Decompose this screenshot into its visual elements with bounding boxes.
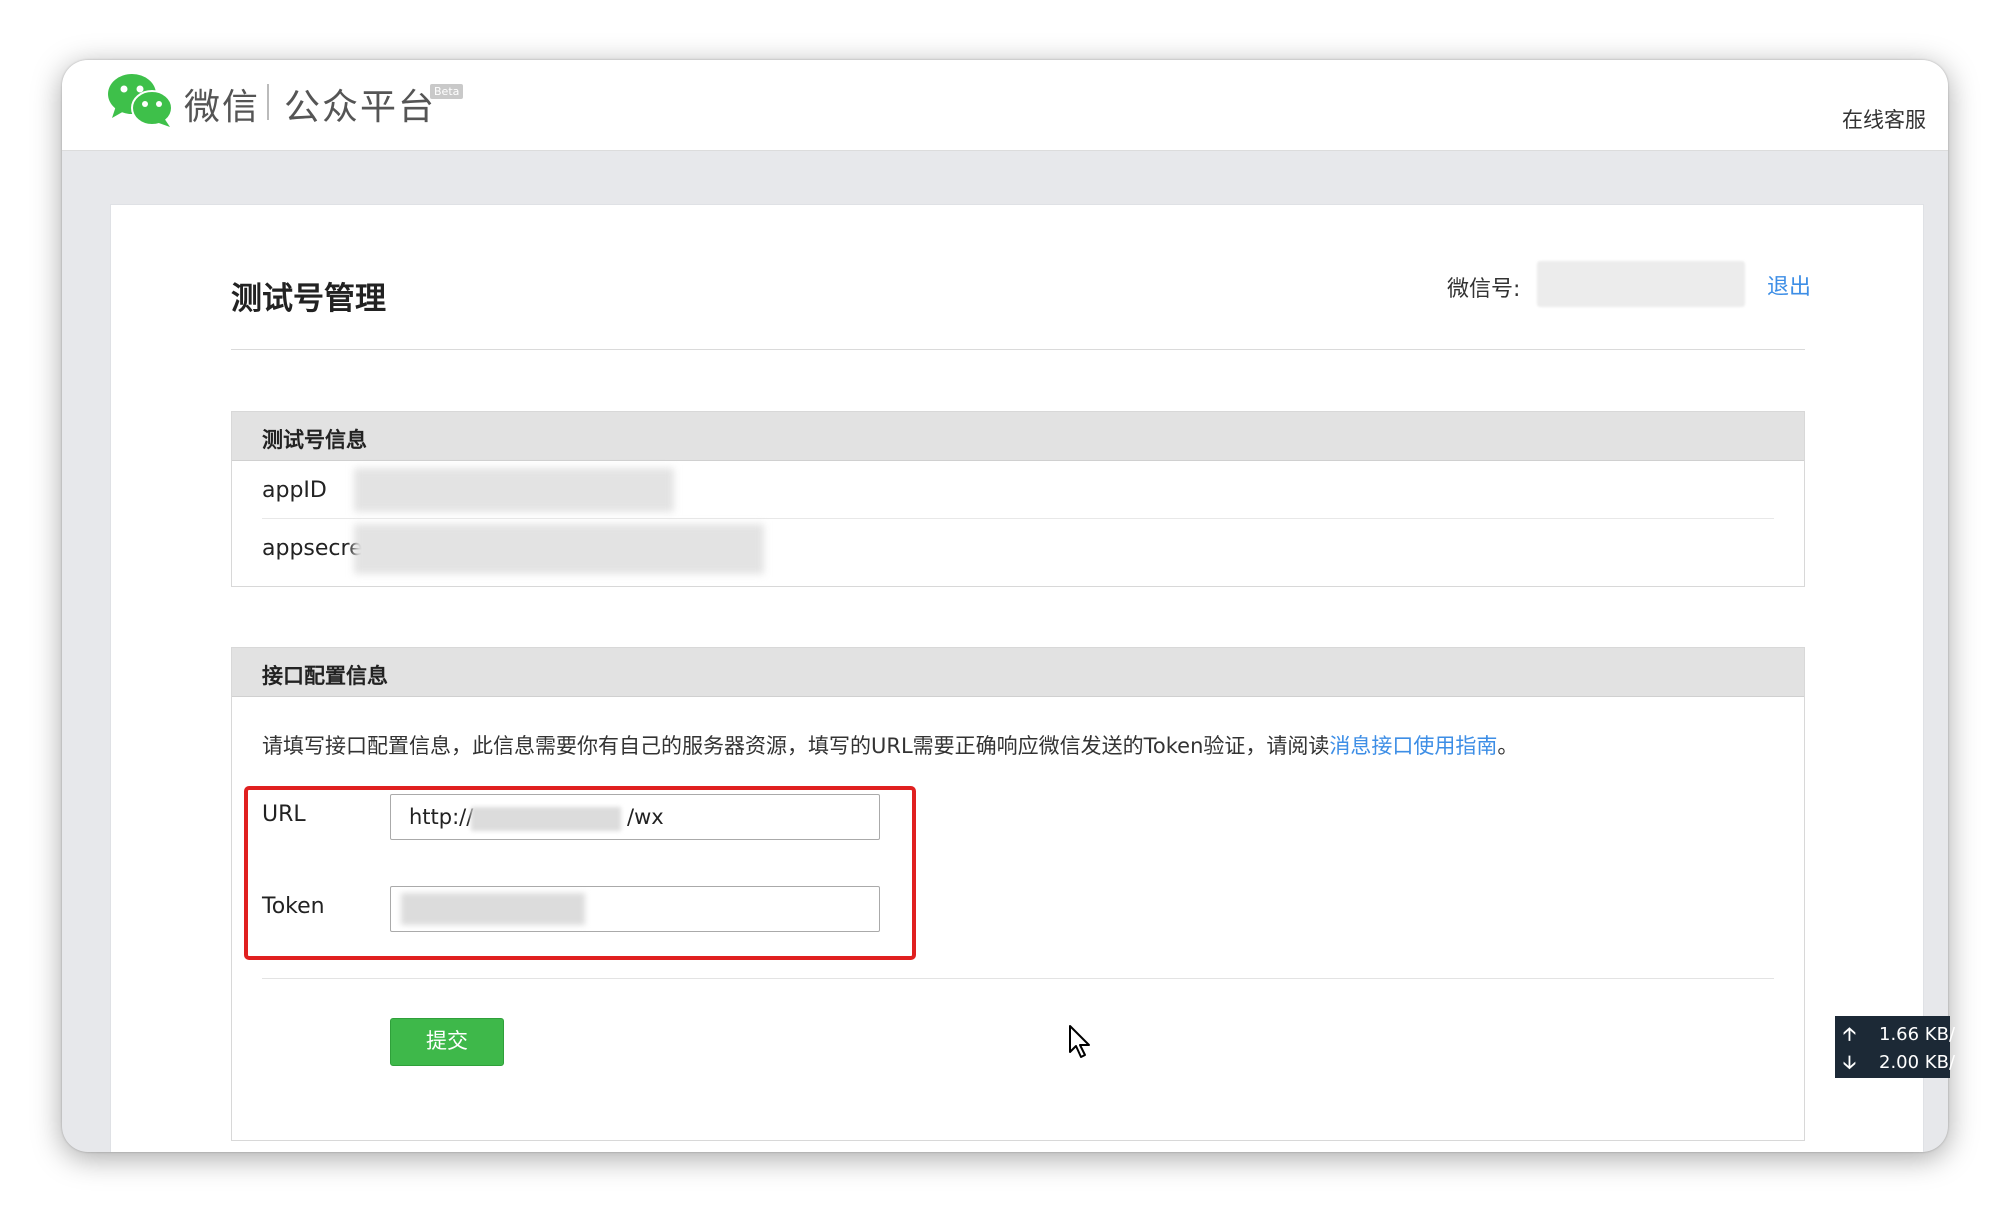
- submit-button[interactable]: 提交: [390, 1018, 504, 1066]
- network-speed-widget: 🡡 1.66 KB/ 🡣 2.00 KB/: [1835, 1016, 1955, 1078]
- main-card: 测试号管理 微信号: 退出 测试号信息 appID appsecret 接口配置…: [110, 204, 1924, 1152]
- brand-divider: [267, 84, 269, 120]
- appid-label: appID: [262, 478, 327, 503]
- logout-link[interactable]: 退出: [1767, 269, 1811, 301]
- panel-title: 接口配置信息: [262, 664, 388, 688]
- url-suffix: /wx: [627, 805, 664, 829]
- upload-speed: 🡡 1.66 KB/: [1843, 1022, 1955, 1052]
- token-label: Token: [262, 894, 325, 919]
- interface-config-panel: 接口配置信息 请填写接口配置信息，此信息需要你有自己的服务器资源，填写的URL需…: [231, 647, 1805, 1141]
- download-speed: 🡣 2.00 KB/: [1843, 1050, 1955, 1080]
- account-value-masked: [1537, 261, 1745, 307]
- token-value-masked: [401, 893, 585, 925]
- page-title: 测试号管理: [231, 281, 386, 317]
- upload-speed-value: 1.66 KB/: [1879, 1024, 1956, 1045]
- config-description-text: 请填写接口配置信息，此信息需要你有自己的服务器资源，填写的URL需要正确响应微信…: [262, 734, 1330, 758]
- upload-arrow-icon: 🡡: [1843, 1024, 1856, 1045]
- title-divider: [231, 349, 1805, 350]
- config-description: 请填写接口配置信息，此信息需要你有自己的服务器资源，填写的URL需要正确响应微信…: [262, 730, 1518, 760]
- brand-subtitle: 公众平台: [284, 87, 437, 128]
- panel-header: 测试号信息: [232, 412, 1804, 461]
- url-label: URL: [262, 802, 306, 827]
- mouse-cursor-icon: [1069, 1025, 1090, 1058]
- appsecret-value-masked: [354, 524, 764, 574]
- row-divider: [262, 518, 1774, 519]
- url-host-masked: [471, 807, 621, 831]
- top-bar: 微信 公众平台 Beta 在线客服: [62, 60, 1948, 151]
- wechat-logo-icon: [108, 74, 173, 127]
- form-divider: [262, 978, 1774, 979]
- token-input[interactable]: [390, 886, 880, 932]
- config-description-end: 。: [1497, 734, 1519, 758]
- online-service-link[interactable]: 在线客服: [1842, 104, 1926, 134]
- download-speed-value: 2.00 KB/: [1879, 1052, 1956, 1073]
- beta-badge: Beta: [430, 84, 464, 99]
- test-account-info-panel: 测试号信息 appID appsecret: [231, 411, 1805, 587]
- url-input[interactable]: http:// /wx: [390, 794, 880, 840]
- account-label: 微信号:: [1447, 277, 1521, 302]
- panel-title: 测试号信息: [262, 428, 367, 452]
- url-prefix: http://: [409, 805, 474, 829]
- panel-header: 接口配置信息: [232, 648, 1804, 697]
- brand-name: 微信: [184, 87, 261, 128]
- browser-window: 微信 公众平台 Beta 在线客服 测试号管理 微信号: 退出 测试号信息 ap…: [62, 60, 1948, 1152]
- message-interface-guide-link[interactable]: 消息接口使用指南: [1329, 734, 1497, 758]
- appid-value-masked: [354, 468, 674, 512]
- download-arrow-icon: 🡣: [1843, 1052, 1856, 1073]
